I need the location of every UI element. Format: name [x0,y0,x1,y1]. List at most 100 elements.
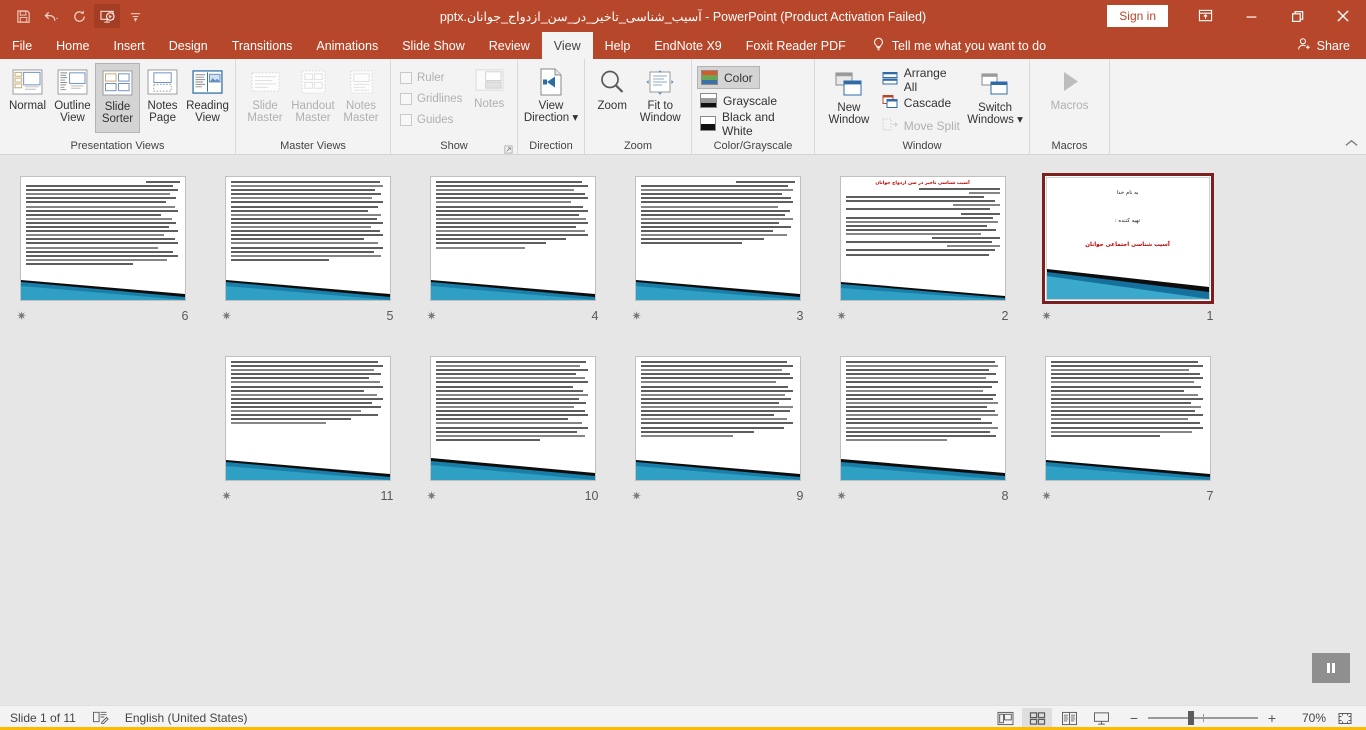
outline-view-button[interactable]: Outline View [50,63,95,133]
zoom-out-button[interactable]: − [1126,710,1142,726]
slide-sorter-status-button[interactable] [1022,707,1052,729]
save-icon[interactable] [10,4,36,28]
transition-star-icon[interactable]: ✷ [427,309,437,323]
macros-button: Macros [1045,63,1095,133]
view-direction-icon [538,66,564,98]
normal-view-button[interactable]: Normal [5,63,50,133]
sign-in-button[interactable]: Sign in [1107,5,1168,27]
tab-foxit-reader-pdf[interactable]: Foxit Reader PDF [734,32,858,59]
tab-slide-show[interactable]: Slide Show [390,32,477,59]
zoom-level-label[interactable]: 70% [1286,711,1326,725]
reading-view-status-button[interactable] [1054,708,1084,729]
slide-decoration [1046,261,1209,299]
outline-view-label2: View [60,112,85,124]
zoom-slider[interactable] [1148,711,1258,725]
transition-star-icon[interactable]: ✷ [837,489,847,503]
view-direction-button[interactable]: View Direction ▾ [523,63,579,133]
tab-insert[interactable]: Insert [102,32,157,59]
slide-thumbnail-6[interactable]: ✷ 6 [0,171,205,351]
collapse-ribbon-icon[interactable] [1344,136,1360,152]
zoom-slider-handle[interactable] [1187,711,1194,725]
tab-home[interactable]: Home [44,32,101,59]
handout-master-button: Handout Master [289,63,337,133]
slide-canvas [429,356,596,481]
show-dialog-launcher-icon[interactable] [504,143,513,154]
language-indicator[interactable]: English (United States) [125,711,248,725]
reading-view-button[interactable]: Reading View [185,63,230,133]
transition-star-icon[interactable]: ✷ [632,489,642,503]
tab-file[interactable]: File [0,32,45,59]
slide-thumbnail-7[interactable]: ✷ 7 [1025,351,1230,531]
notes-page-button[interactable]: Notes Page [140,63,185,133]
slide-sorter-pane[interactable]: ✷ 6 ✷ 5 ✷ 4 ✷ 3 آسیب شناسی تاخیر در سن ا… [0,159,1366,705]
notes-master-label: Notes [345,100,377,112]
tell-me-search[interactable]: Tell me what you want to do [858,32,1056,59]
slide-row: ✷ 11 ✷ 10 ✷ 9 ✷ 8 ✷ 7 [0,351,1366,531]
slide-decoration [225,266,390,300]
switch-windows-button[interactable]: Switch Windows ▾ [966,65,1024,135]
slide-thumbnail-9[interactable]: ✷ 9 [615,351,820,531]
slide-meta: ✷ 6 [17,309,189,323]
slide-master-button: Slide Master [241,63,289,133]
slide-canvas [1044,356,1211,481]
zoom-slider-midpoint [1203,714,1204,722]
normal-view-status-button[interactable] [990,708,1020,729]
slide-decoration [840,446,1005,480]
tab-animations[interactable]: Animations [304,32,390,59]
slide-thumbnail-4[interactable]: ✷ 4 [410,171,615,351]
redo-icon[interactable] [66,4,92,28]
new-window-label2: Window [828,114,870,126]
slide-thumbnail-8[interactable]: ✷ 8 [820,351,1025,531]
black-and-white-option[interactable]: Black and White [697,110,809,138]
slide-indicator[interactable]: Slide 1 of 11 [10,711,76,725]
slide1-line2: تهیه کننده : [1114,218,1141,224]
slide-meta: ✷ 7 [1042,489,1214,503]
minimize-icon[interactable] [1228,0,1274,32]
fit-to-window-button[interactable]: Fit to Window [634,63,686,133]
notes-spellcheck-icon[interactable] [92,710,109,727]
fit-slide-to-window-button[interactable] [1332,711,1358,726]
start-presentation-icon[interactable] [94,4,120,28]
reading-view-label2: View [195,112,220,124]
handout-master-label2: Master [295,112,331,124]
slide-thumbnail-11[interactable]: ✷ 11 [205,351,410,531]
transition-star-icon[interactable]: ✷ [837,309,847,323]
tab-help[interactable]: Help [593,32,643,59]
undo-icon[interactable] [38,4,64,28]
arrange-all-button[interactable]: Arrange All [878,66,966,94]
transition-star-icon[interactable]: ✷ [17,309,27,323]
fit-to-window-label: Fit to [647,100,673,112]
outline-view-icon [57,66,88,98]
tab-view[interactable]: View [541,32,593,59]
slide-thumbnail-1[interactable]: به نام خدا تهیه کننده : آسیب شناسی اجتما… [1025,171,1230,351]
transition-star-icon[interactable]: ✷ [1042,489,1052,503]
share-button[interactable]: Share [1281,32,1366,59]
tab-endnote-x9[interactable]: EndNote X9 [642,32,733,59]
ribbon-display-options-icon[interactable] [1182,0,1228,32]
transition-star-icon[interactable]: ✷ [1042,309,1052,323]
slide-thumbnail-5[interactable]: ✷ 5 [205,171,410,351]
restore-icon[interactable] [1274,0,1320,32]
color-option[interactable]: Color [697,66,760,89]
slide-thumbnail-2[interactable]: آسیب شناسی تاخیر در سن ازدواج جوانان ✷ 2 [820,171,1025,351]
transition-star-icon[interactable]: ✷ [427,489,437,503]
animation-pause-badge[interactable] [1312,653,1350,683]
customize-qat-icon[interactable] [122,4,148,28]
new-window-button[interactable]: New Window [820,65,878,135]
zoom-in-button[interactable]: + [1264,710,1280,726]
slide-text-body [431,357,595,441]
transition-star-icon[interactable]: ✷ [632,309,642,323]
slide-thumbnail-3[interactable]: ✷ 3 [615,171,820,351]
slide-sorter-button[interactable]: Slide Sorter [94,63,141,133]
slide-show-status-button[interactable] [1086,708,1116,729]
tab-transitions[interactable]: Transitions [220,32,305,59]
transition-star-icon[interactable]: ✷ [222,489,232,503]
close-icon[interactable] [1320,0,1366,32]
tab-review[interactable]: Review [477,32,542,59]
zoom-button[interactable]: Zoom [590,63,634,133]
tab-design[interactable]: Design [157,32,220,59]
grayscale-swatch-icon [700,93,717,108]
cascade-button[interactable]: Cascade [878,91,966,114]
transition-star-icon[interactable]: ✷ [222,309,232,323]
slide-thumbnail-10[interactable]: ✷ 10 [410,351,615,531]
